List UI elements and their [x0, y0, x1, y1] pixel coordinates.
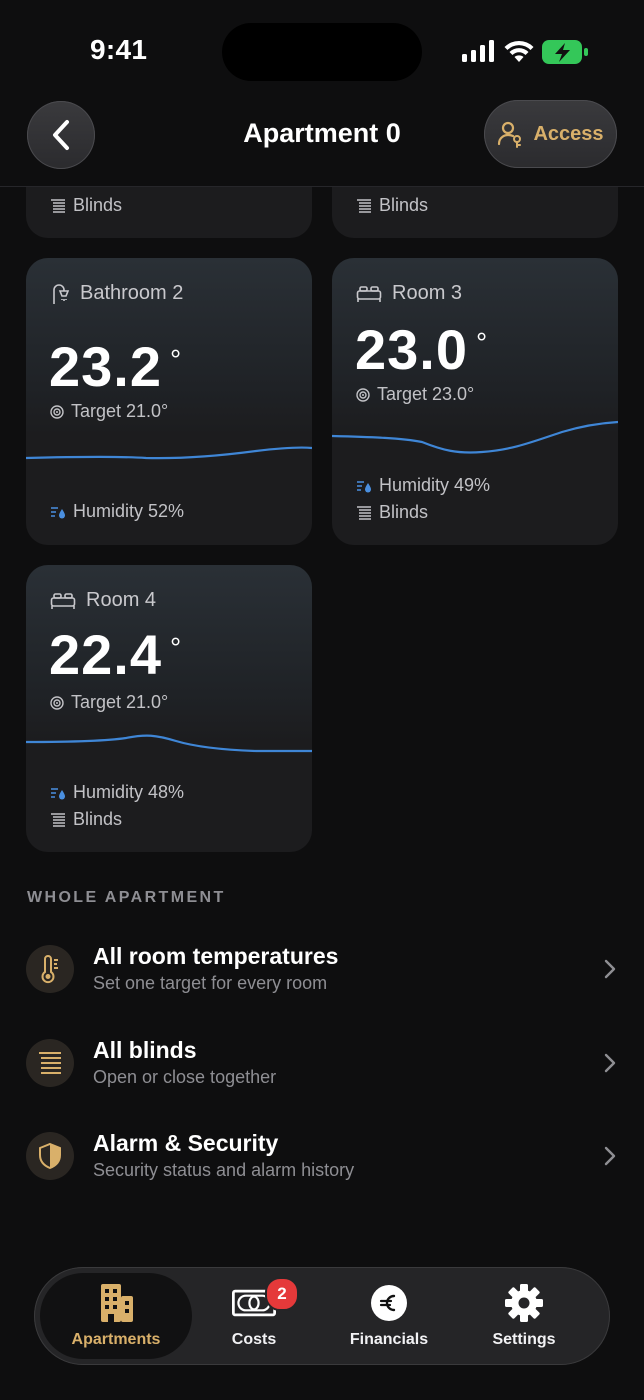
- blinds-icon: [51, 812, 65, 827]
- thermometer-icon: [26, 945, 74, 993]
- alarm-security-row[interactable]: Alarm & Security Security status and ala…: [26, 1130, 626, 1196]
- temperature-sparkline: [26, 446, 312, 460]
- building-icon: [94, 1281, 138, 1325]
- humidity-icon: [357, 480, 371, 492]
- room-card-room-4[interactable]: Room 4 22.4 ° Target 21.0° Humidity 48% B…: [26, 565, 312, 852]
- chevron-right-icon: [604, 1053, 616, 1073]
- row-title: Alarm & Security: [93, 1130, 279, 1156]
- humidity-status: Humidity 52%: [50, 501, 184, 522]
- access-button[interactable]: Access: [484, 100, 617, 168]
- tab-bar: Apartments Costs 2 Financials Settings: [34, 1267, 610, 1365]
- room-header: Room 3: [356, 282, 462, 305]
- chevron-right-icon: [604, 959, 616, 979]
- tab-label: Apartments: [71, 1331, 161, 1348]
- blinds-icon: [357, 198, 371, 213]
- current-temperature: 22.4 °: [49, 623, 183, 686]
- row-subtitle: Security status and alarm history: [93, 1160, 355, 1180]
- gear-icon: [502, 1281, 546, 1325]
- shield-icon: [26, 1132, 74, 1180]
- blinds-status: Blinds: [50, 809, 122, 830]
- blinds-icon: [357, 505, 371, 520]
- temperature-sparkline: [26, 734, 312, 753]
- room-header: Room 4: [50, 589, 156, 612]
- person-key-icon: [498, 121, 522, 148]
- temperature-sparkline: [332, 420, 618, 454]
- humidity-icon: [51, 787, 65, 799]
- target-icon: [356, 387, 370, 402]
- wifi-icon: [504, 40, 534, 62]
- cellular-signal-icon: [462, 40, 494, 62]
- access-label: Access: [533, 122, 604, 145]
- target-icon: [50, 695, 64, 710]
- row-title: All blinds: [93, 1037, 197, 1063]
- current-temperature: 23.0 °: [355, 318, 489, 381]
- target-temperature: Target 23.0°: [356, 384, 474, 405]
- notification-badge: 2: [265, 1277, 299, 1311]
- navigation-bar: Apartment 0 Access: [0, 96, 644, 187]
- room-card-bathroom-2[interactable]: Bathroom 2 23.2 ° Target 21.0° Humidity 5…: [26, 258, 312, 545]
- blinds-icon: [26, 1039, 74, 1087]
- tab-financials[interactable]: Financials: [324, 1273, 454, 1359]
- humidity-status: Humidity 49%: [356, 475, 490, 496]
- row-subtitle: Set one target for every room: [93, 973, 328, 993]
- bed-icon: [50, 592, 76, 609]
- all-blinds-row[interactable]: All blinds Open or close together: [26, 1037, 626, 1103]
- blinds-status: Blinds: [50, 195, 122, 216]
- euro-icon: [367, 1281, 411, 1325]
- target-temperature: Target 21.0°: [50, 401, 168, 422]
- status-time: 9:41: [90, 34, 148, 65]
- section-title: WHOLE APARTMENT: [27, 889, 226, 906]
- blinds-status: Blinds: [356, 502, 428, 523]
- blinds-icon: [51, 198, 65, 213]
- tab-apartments[interactable]: Apartments: [40, 1273, 192, 1359]
- room-card-room-3[interactable]: Room 3 23.0 ° Target 23.0° Humidity 49% B…: [332, 258, 618, 545]
- status-bar: 9:41: [0, 0, 644, 100]
- room-header: Bathroom 2: [50, 282, 183, 305]
- chevron-right-icon: [604, 1146, 616, 1166]
- target-icon: [50, 404, 64, 419]
- all-room-temperatures-row[interactable]: All room temperatures Set one target for…: [26, 943, 626, 1009]
- humidity-status: Humidity 48%: [50, 782, 184, 803]
- dynamic-island: [222, 23, 422, 81]
- tab-label: Settings: [492, 1331, 556, 1348]
- row-subtitle: Open or close together: [93, 1067, 277, 1087]
- current-temperature: 23.2 °: [49, 335, 183, 398]
- tab-settings[interactable]: Settings: [459, 1273, 589, 1359]
- battery-charging-icon: [542, 40, 588, 64]
- shower-icon: [53, 283, 70, 304]
- bed-icon: [356, 285, 382, 302]
- target-temperature: Target 21.0°: [50, 692, 168, 713]
- blinds-status: Blinds: [356, 195, 428, 216]
- tab-label: Financials: [349, 1331, 429, 1348]
- row-title: All room temperatures: [93, 943, 339, 969]
- tab-label: Costs: [231, 1331, 277, 1348]
- humidity-icon: [51, 506, 65, 518]
- tab-costs[interactable]: Costs 2: [189, 1273, 319, 1359]
